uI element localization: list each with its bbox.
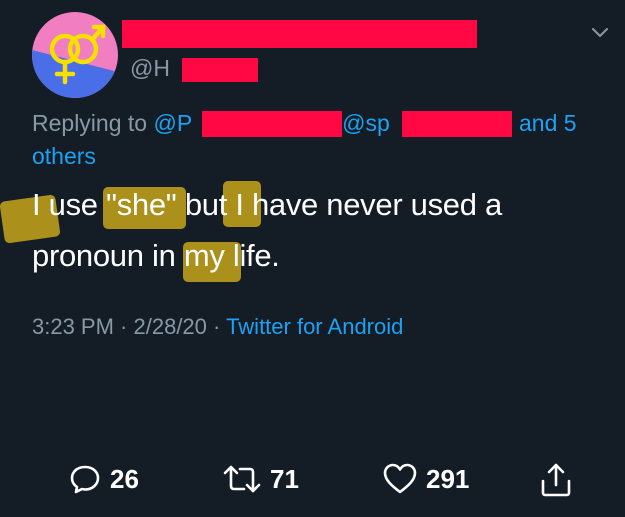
tweet-menu-button[interactable] (590, 26, 610, 40)
retweet-button[interactable]: 71 (222, 462, 299, 496)
tweet-text-line-2: pronoun in my life. (32, 238, 280, 273)
tweet-time[interactable]: 3:23 PM (32, 314, 114, 339)
and-others-link[interactable]: and 5 (513, 110, 577, 136)
like-count: 291 (426, 463, 470, 494)
meta-separator: · (113, 314, 134, 339)
retweet-count: 71 (270, 463, 299, 494)
mention-link-2[interactable]: @sp (342, 110, 390, 136)
handle-redaction (182, 58, 258, 82)
mention-redaction-1 (202, 111, 342, 137)
mention-link-1[interactable]: @P (153, 110, 192, 136)
share-icon (541, 463, 571, 497)
user-handle-text: @H (130, 55, 170, 81)
mention-redaction-2 (402, 111, 512, 137)
comment-icon (70, 465, 100, 494)
tweet-source-link[interactable]: Twitter for Android (226, 314, 403, 339)
user-handle[interactable]: @H (130, 55, 170, 82)
replying-to-label: Replying to (32, 110, 154, 136)
reply-button[interactable]: 26 (68, 462, 139, 496)
reply-count: 26 (110, 463, 139, 494)
share-button[interactable] (538, 462, 574, 498)
intersex-symbol-avatar-icon (32, 12, 118, 98)
tweet-date[interactable]: 2/28/20 (134, 314, 207, 339)
tweet-text-line-1: I use "she" but I have never used a (32, 187, 502, 222)
chevron-down-icon (592, 28, 608, 38)
display-name-redaction (122, 20, 477, 48)
tweet-meta: 3:23 PM · 2/28/20 · Twitter for Android (32, 314, 403, 340)
retweet-icon (223, 465, 261, 493)
like-button[interactable]: 291 (382, 462, 469, 496)
avatar[interactable] (32, 12, 118, 98)
heart-icon (383, 463, 417, 494)
meta-separator: · (206, 314, 227, 339)
others-link[interactable]: others (32, 143, 96, 170)
